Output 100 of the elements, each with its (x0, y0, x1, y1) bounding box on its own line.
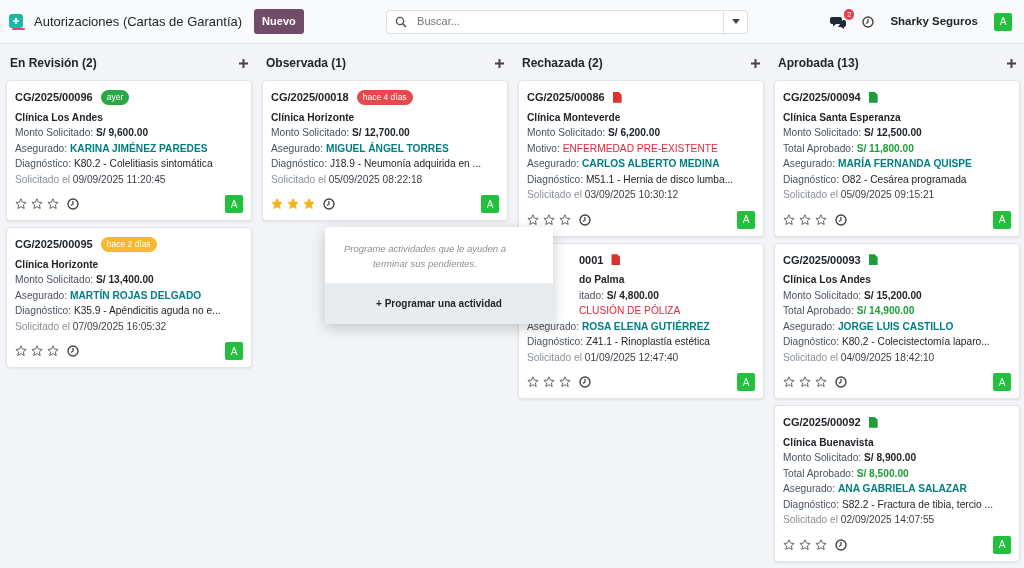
user-avatar[interactable]: A (994, 12, 1012, 31)
assignee-avatar[interactable]: A (993, 373, 1011, 391)
date-line: Solicitado el 05/09/2025 08:22:18 (271, 172, 424, 187)
card-reference: CG/2025/00094 (783, 90, 861, 105)
star-icon[interactable] (815, 538, 827, 551)
add-icon[interactable] (1007, 58, 1016, 68)
star-icon[interactable] (799, 538, 811, 551)
star-icon[interactable] (783, 376, 795, 388)
star-icon[interactable] (15, 198, 27, 210)
date-badge: hace 2 días (100, 236, 157, 252)
kanban-card[interactable] (774, 405, 1020, 562)
search-icon (395, 15, 408, 28)
column-title: En Revisión (2) (10, 55, 97, 72)
star-icon[interactable] (47, 345, 59, 357)
add-icon[interactable] (751, 58, 760, 68)
assignee-avatar[interactable]: A (737, 210, 755, 229)
kanban-card[interactable]: 0001 do Palma itado: S/ 4,800.00 CLUSIÓN DE PÓLIZA Asegurado: ROSA ELENA GUTIÉRREZ Diagnóstico: Z41.1 - Rinoplastía estética Solicitado el 01/09/2025 12:47:40 A (518, 242, 764, 399)
clock-icon[interactable] (835, 376, 847, 388)
amount-line: Monto Solicitado: S/ 15,200.00 (783, 288, 923, 303)
clock-icon[interactable] (579, 376, 591, 388)
search-field[interactable]: Buscar... (415, 12, 724, 31)
star-icon[interactable] (31, 198, 43, 210)
star-icon[interactable] (815, 213, 827, 226)
diagnosis-line: Diagnóstico: K80.2 - Colecistectomía laparo... (783, 335, 991, 349)
clinic-name: Clínica Monteverde (527, 110, 622, 125)
card-reference: CG/2025/00096 (15, 90, 93, 105)
star-icon[interactable] (783, 213, 795, 226)
star-icon[interactable] (15, 345, 27, 357)
clock-icon[interactable] (323, 198, 335, 210)
kanban-card[interactable]: CG/2025/00095 hace 2 días Clínica Horizonte Monto Solicitado: S/ 13,400.00 Asegurado: MARTÍN ROJAS DELGADO Diagnóstico: K35.9 - Apéndicitis aguda no e... Solicitado el 07/09/2025 16:05:32 A (6, 227, 252, 368)
star-icon[interactable] (799, 376, 811, 388)
assignee-avatar[interactable]: A (481, 195, 499, 213)
date-line: Solicitado el 02/09/2025 14:07:55 (783, 513, 936, 527)
star-icon[interactable] (559, 213, 571, 226)
app-icon[interactable] (8, 12, 26, 31)
date-line: Solicitado el 05/09/2025 09:15:21 (783, 188, 936, 202)
assignee-avatar[interactable]: A (225, 195, 243, 213)
diagnosis-line: Diagnóstico: K80.2 - Colelitiasis sintomática (15, 157, 214, 171)
caret-icon[interactable] (731, 19, 740, 24)
star-icon[interactable] (303, 198, 315, 210)
amount-line: Monto Solicitado: S/ 13,400.00 (15, 273, 155, 287)
insured-line: Asegurado: CARLOS ALBERTO MEDINA (527, 157, 721, 171)
amount-line: Monto Solicitado: S/ 12,700.00 (271, 126, 411, 140)
star-icon[interactable] (287, 198, 299, 210)
star-icon[interactable] (543, 213, 555, 226)
column-title: Observada (1) (266, 55, 347, 72)
star-icon[interactable] (527, 213, 539, 226)
kanban-card[interactable] (774, 242, 1020, 399)
kanban-card[interactable]: CG/2025/00096 ayer Clínica Los Andes Monto Solicitado: S/ 9,600.00 Asegurado: KARINA JIMÉNEZ PAREDES Diagnóstico: K80.2 - Colelitiasis sintomática Solicitado el 09/09/2025 11:20:45 A (6, 80, 252, 221)
star-icon[interactable] (271, 198, 283, 210)
insured-line: Asegurado: KARINA JIMÉNEZ PAREDES (15, 141, 209, 156)
assignee-avatar[interactable]: A (993, 535, 1011, 554)
column-title: Aprobada (13) (778, 55, 859, 72)
star-icon[interactable] (783, 538, 795, 551)
clock-icon[interactable] (579, 213, 591, 226)
date-line: Solicitado el 07/09/2025 16:05:32 (15, 319, 168, 334)
clock-icon[interactable] (835, 538, 847, 551)
star-icon[interactable] (543, 376, 555, 388)
new-button[interactable]: Nuevo (254, 9, 304, 34)
star-icon[interactable] (799, 213, 811, 226)
star-icon[interactable] (815, 376, 827, 388)
document-icon[interactable] (868, 254, 878, 266)
document-icon[interactable] (868, 416, 878, 428)
clock-icon[interactable] (835, 213, 847, 226)
chat-icon[interactable] (830, 14, 847, 29)
clock-icon[interactable] (862, 15, 875, 28)
date-badge: hace 4 días (356, 89, 413, 105)
star-icon[interactable] (47, 198, 59, 210)
card-reference: CG/2025/00092 (783, 415, 861, 430)
amount-line: Monto Solicitado: S/ 12,500.00 (783, 126, 923, 140)
clinic-name: Clínica Los Andes (15, 110, 104, 125)
assignee-avatar[interactable]: A (993, 210, 1011, 229)
clock-icon[interactable] (67, 198, 79, 210)
amount-line: Monto Solicitado: S/ 8,900.00 (783, 451, 918, 465)
diagnosis-line: Diagnóstico: Z41.1 - Rinoplastía estética (527, 335, 711, 349)
search-bar[interactable]: Buscar... (386, 9, 749, 34)
kanban-card[interactable] (774, 80, 1020, 237)
add-icon[interactable] (495, 58, 504, 68)
insured-line: Asegurado: MIGUEL ÁNGEL TORRES (271, 141, 450, 156)
diagnosis-line: Diagnóstico: M51.1 - Hernia de disco lumba... (527, 172, 735, 187)
clinic-name: Clínica Buenavista (783, 435, 875, 450)
assignee-avatar[interactable]: A (737, 373, 755, 391)
diagnosis-line: Diagnóstico: J18.9 - Neumonía adquirida en ... (271, 157, 483, 171)
star-icon[interactable] (527, 376, 539, 388)
document-icon[interactable] (612, 91, 622, 103)
card-reference: CG/2025/00086 (527, 90, 605, 105)
diagnosis-line: Diagnóstico: O82 - Cesárea programada (783, 172, 968, 187)
star-icon[interactable] (31, 345, 43, 357)
insured-line: Asegurado: ANA GABRIELA SALAZAR (783, 482, 968, 496)
clinic-name: Clínica Horizonte (15, 257, 100, 272)
document-icon[interactable] (611, 254, 621, 266)
assignee-avatar[interactable]: A (225, 342, 243, 360)
schedule-activity-button[interactable]: + Programar una actividad (325, 283, 553, 324)
diagnosis-line: Diagnóstico: S82.2 - Fractura de tibia, tercio ... (783, 497, 995, 512)
clock-icon[interactable] (67, 345, 79, 357)
clinic-name: Clínica Santa Esperanza (783, 110, 902, 125)
add-icon[interactable] (239, 58, 248, 68)
star-icon[interactable] (559, 376, 571, 388)
kanban-card[interactable] (518, 80, 764, 237)
document-icon[interactable] (868, 91, 878, 103)
